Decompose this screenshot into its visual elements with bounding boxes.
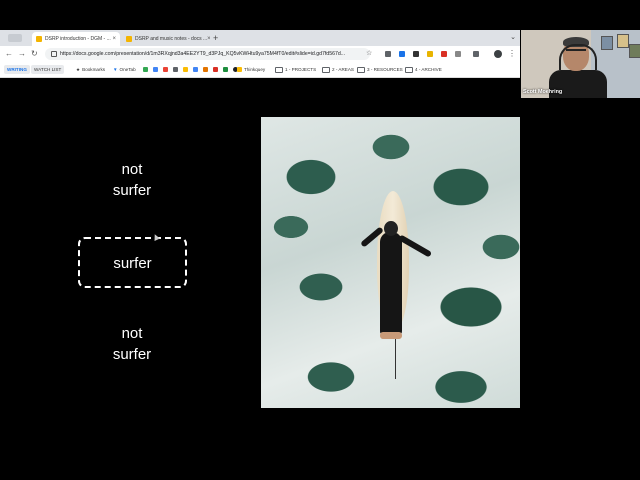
label-text: not surfer (112, 161, 152, 199)
tab-label: DSRP introduction - DGM - ... (45, 36, 111, 42)
wall-frame (601, 36, 613, 50)
gmail-icon (163, 67, 168, 72)
back-arrow-icon[interactable]: ← (5, 49, 13, 59)
site-icon (183, 67, 188, 72)
headset-icon (559, 44, 597, 70)
bookmark-folder-resources[interactable]: 3 - RESOURCES (357, 65, 403, 74)
label-surfer[interactable]: surfer (78, 253, 187, 274)
site-icon (153, 67, 158, 72)
reload-icon[interactable]: ↻ (31, 49, 38, 59)
sidebar-icon[interactable] (473, 51, 479, 57)
docs-icon (126, 36, 132, 42)
bookmark-folder-areas[interactable]: 2 - AREAS (322, 65, 354, 74)
extension-icon[interactable] (441, 51, 447, 57)
close-icon[interactable]: × (112, 36, 116, 42)
surfboard-leash (395, 339, 396, 379)
onetab-icon: ▼ (113, 67, 118, 72)
video-call-thumbnail[interactable]: Scott Moehring (521, 30, 640, 98)
bookmark-label: 1 - PROJECTS (285, 67, 317, 72)
surfer-photo[interactable] (261, 117, 520, 408)
site-icon (173, 67, 178, 72)
bookmark-label: Bookmarks (82, 67, 106, 72)
surfer-feet (380, 332, 402, 339)
site-icon (237, 67, 242, 72)
bookmark-folder-projects[interactable]: 1 - PROJECTS (275, 65, 316, 74)
bookmark-label: Thinkquey (244, 67, 266, 72)
bookmark-star-icon[interactable]: ☆ (366, 49, 372, 59)
bookmark-onetab[interactable]: ▼ OneTab (113, 65, 136, 74)
bookmark-bookmarks[interactable]: ★ Bookmarks (76, 65, 105, 74)
folder-icon (405, 66, 413, 73)
bookmark-icons-group[interactable] (143, 65, 239, 74)
label-text: not surfer (112, 325, 152, 363)
extension-icon[interactable] (413, 51, 419, 57)
bookmark-watch-list[interactable]: WATCH LIST (31, 65, 65, 74)
extensions-puzzle-icon[interactable] (455, 51, 461, 57)
surfer-body (380, 232, 402, 337)
navigation-bar: ← → ↻ https://docs.google.com/presentati… (0, 46, 520, 62)
bookmarks-bar: WRITING WATCH LIST ★ Bookmarks ▼ OneTab Th… (0, 62, 520, 77)
participant-name: Scott Moehring (523, 89, 563, 95)
bookmark-label: 2 - AREAS (332, 67, 354, 72)
wall-frame (629, 44, 640, 58)
label-not-surfer-bottom: not surfer (88, 323, 176, 365)
label-not-surfer-top: not surfer (88, 159, 176, 201)
slides-icon (36, 36, 42, 42)
site-icon (143, 67, 148, 72)
address-bar[interactable]: https://docs.google.com/presentation/d/1… (45, 48, 370, 60)
browser-window: DSRP introduction - DGM - ... × DSRP and… (0, 30, 520, 78)
site-icon (223, 67, 228, 72)
site-icon (213, 67, 218, 72)
more-menu-icon[interactable]: ⋮ (508, 49, 516, 59)
surfer-head (384, 221, 398, 236)
tab-strip: DSRP introduction - DGM - ... × DSRP and… (0, 30, 520, 46)
tab-label: DSRP and music notes - docs ... (135, 36, 208, 42)
tab-menu-chevron-icon[interactable]: ⌄ (510, 33, 516, 41)
bookmark-thinkquey[interactable]: Thinkquey (237, 65, 265, 74)
star-icon: ★ (76, 66, 81, 72)
lock-icon (51, 51, 57, 57)
extension-icon[interactable] (427, 51, 433, 57)
site-icon (203, 67, 208, 72)
folder-icon (357, 66, 365, 73)
extension-icon[interactable] (399, 51, 405, 57)
bookmark-folder-archive[interactable]: 4 - ARCHIVE (405, 65, 442, 74)
bookmark-label: OneTab (119, 67, 136, 72)
wall-frame (617, 34, 629, 48)
new-tab-button[interactable]: + (213, 33, 218, 43)
tab-dsrp-introduction[interactable]: DSRP introduction - DGM - ... × (32, 32, 120, 46)
extension-icon[interactable] (385, 51, 391, 57)
bookmark-label: 3 - RESOURCES (367, 67, 403, 72)
bookmark-writing[interactable]: WRITING (4, 65, 30, 74)
folder-icon (322, 66, 330, 73)
folder-icon (275, 66, 283, 73)
tab-search-button[interactable] (8, 34, 22, 42)
url-text: https://docs.google.com/presentation/d/1… (60, 51, 346, 57)
close-icon[interactable]: × (207, 36, 210, 42)
bookmark-label: 4 - ARCHIVE (415, 67, 442, 72)
tab-dsrp-music-notes[interactable]: DSRP and music notes - docs ... × (122, 32, 210, 46)
forward-arrow-icon[interactable]: → (18, 49, 26, 59)
profile-avatar-icon[interactable] (494, 50, 502, 58)
site-icon (193, 67, 198, 72)
